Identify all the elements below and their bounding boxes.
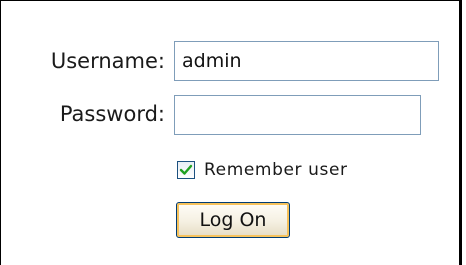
remember-user-option[interactable]: Remember user: [177, 159, 348, 181]
remember-user-checkbox[interactable]: [177, 161, 195, 179]
password-label: Password:: [59, 102, 165, 126]
password-field[interactable]: [174, 95, 421, 135]
login-panel: Username: Password: Remember user Log On: [0, 0, 462, 265]
checkmark-icon: [179, 164, 193, 175]
username-label: Username:: [50, 49, 165, 73]
username-field[interactable]: [174, 41, 439, 81]
log-on-button[interactable]: Log On: [176, 202, 290, 238]
remember-user-label: Remember user: [204, 160, 348, 180]
